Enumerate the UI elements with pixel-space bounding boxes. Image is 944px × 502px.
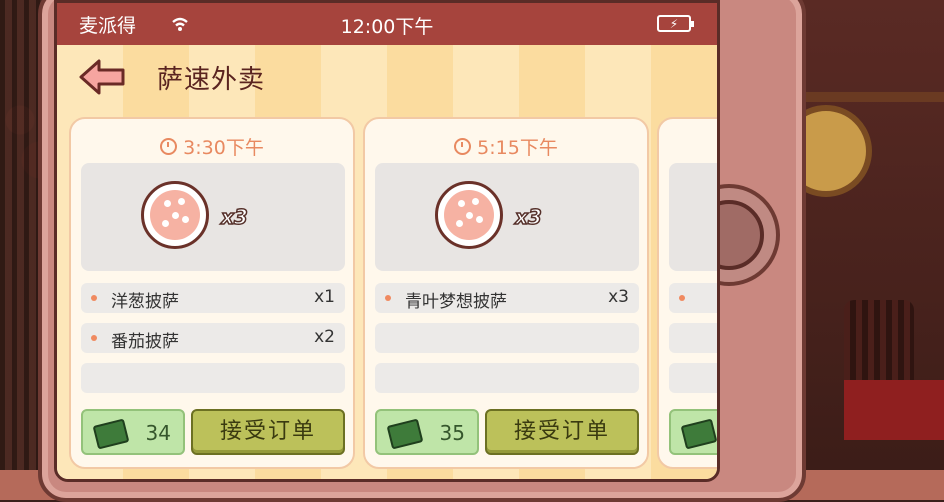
order-item-empty bbox=[81, 363, 345, 393]
reward-amount: 35 bbox=[439, 421, 465, 445]
bullet-icon bbox=[385, 295, 391, 301]
topping bbox=[476, 216, 483, 223]
order-item bbox=[669, 283, 717, 313]
order-item-empty bbox=[669, 323, 717, 353]
order-time-text: 5:15下午 bbox=[477, 137, 558, 159]
item-count: x2 bbox=[314, 327, 335, 347]
bullet-icon bbox=[91, 295, 97, 301]
topping bbox=[172, 212, 179, 219]
topping bbox=[182, 216, 189, 223]
app-header: 萨速外卖 bbox=[57, 45, 717, 109]
reward-box: 35 bbox=[375, 409, 479, 455]
reward-box bbox=[669, 409, 717, 455]
money-icon bbox=[92, 418, 130, 450]
pizza-preview bbox=[669, 163, 717, 271]
topping bbox=[458, 200, 465, 207]
bullet-icon bbox=[679, 295, 685, 301]
status-time: 12:00下午 bbox=[340, 16, 434, 38]
pizza-icon bbox=[435, 181, 503, 249]
order-card-partial bbox=[657, 117, 717, 469]
order-item-empty bbox=[375, 323, 639, 353]
money-icon bbox=[680, 418, 717, 450]
order-card: 5:15下午 x3 青叶梦想披萨 x3 35 接受订单 bbox=[363, 117, 649, 469]
pizza-icon bbox=[141, 181, 209, 249]
order-time: 5:15下午 bbox=[365, 133, 647, 160]
topping bbox=[472, 198, 479, 205]
accept-order-button[interactable]: 接受订单 bbox=[191, 409, 345, 455]
order-card: 3:30下午 x3 洋葱披萨 x1 番茄披萨 x2 34 接受订单 bbox=[69, 117, 355, 469]
pizza-dough bbox=[150, 190, 200, 240]
shelf bbox=[794, 92, 944, 102]
topping bbox=[466, 212, 473, 219]
order-list: 3:30下午 x3 洋葱披萨 x1 番茄披萨 x2 34 接受订单 5:15下午… bbox=[57, 107, 717, 479]
reward-box: 34 bbox=[81, 409, 185, 455]
item-count: x1 bbox=[314, 287, 335, 307]
topping bbox=[178, 198, 185, 205]
pizza-preview: x3 bbox=[375, 163, 639, 271]
clock-icon bbox=[454, 138, 472, 155]
order-item: 洋葱披萨 x1 bbox=[81, 283, 345, 313]
order-item-empty bbox=[375, 363, 639, 393]
item-name: 青叶梦想披萨 bbox=[405, 292, 507, 312]
clock-icon bbox=[160, 138, 178, 155]
tablet-screen: 麦派得 12:00下午 ⚡ 萨速外卖 3:30下午 x3 洋葱披萨 x1 番茄披… bbox=[54, 0, 720, 482]
order-item: 番茄披萨 x2 bbox=[81, 323, 345, 353]
pizza-quantity: x3 bbox=[514, 204, 542, 230]
money-icon bbox=[386, 418, 424, 450]
status-bar: 麦派得 12:00下午 ⚡ bbox=[57, 3, 717, 45]
order-time-text: 3:30下午 bbox=[183, 137, 264, 159]
curtain bbox=[0, 0, 40, 500]
topping bbox=[456, 220, 463, 227]
pizza-preview: x3 bbox=[81, 163, 345, 271]
pizza-dough bbox=[444, 190, 494, 240]
order-time: 3:30下午 bbox=[71, 133, 353, 160]
item-name: 番茄披萨 bbox=[111, 332, 179, 352]
order-item: 青叶梦想披萨 x3 bbox=[375, 283, 639, 313]
topping bbox=[162, 220, 169, 227]
pizza-quantity: x3 bbox=[220, 204, 248, 230]
table bbox=[844, 380, 944, 440]
reward-amount: 34 bbox=[145, 421, 171, 445]
bullet-icon bbox=[91, 335, 97, 341]
item-count: x3 bbox=[608, 287, 629, 307]
item-name: 洋葱披萨 bbox=[111, 292, 179, 312]
page-title: 萨速外卖 bbox=[157, 65, 266, 95]
accept-order-button[interactable]: 接受订单 bbox=[485, 409, 639, 455]
back-arrow-icon[interactable] bbox=[77, 57, 127, 97]
topping bbox=[164, 200, 171, 207]
order-item-empty bbox=[669, 363, 717, 393]
battery-charging-icon: ⚡ bbox=[657, 15, 694, 32]
